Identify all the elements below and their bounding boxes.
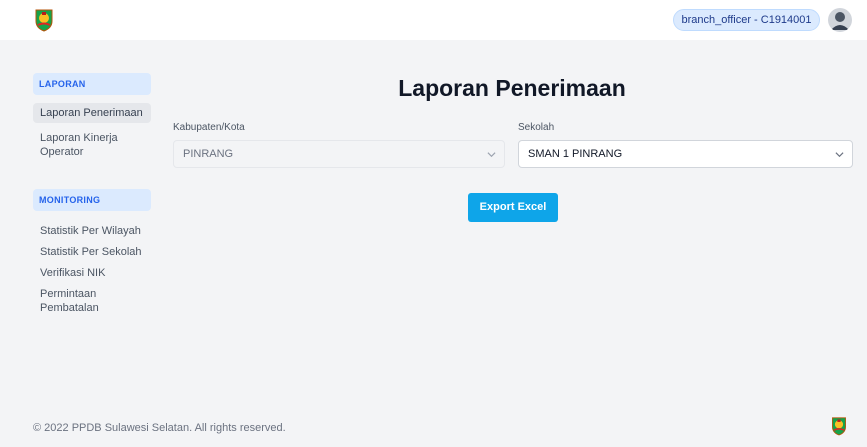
footer-copyright: © 2022 PPDB Sulawesi Selatan. All rights…: [33, 422, 286, 434]
sekolah-select[interactable]: SMAN 1 PINRANG: [518, 140, 853, 168]
top-bar: branch_officer - C1914001: [0, 0, 867, 40]
chevron-down-icon: [835, 152, 844, 158]
sulsel-emblem-icon[interactable]: [33, 8, 55, 32]
sidebar-item-statistik-per-sekolah[interactable]: Statistik Per Sekolah: [33, 245, 151, 259]
sidebar-item-statistik-per-wilayah[interactable]: Statistik Per Wilayah: [33, 224, 151, 238]
user-badge[interactable]: branch_officer - C1914001: [673, 9, 820, 31]
kabupaten-value: PINRANG: [183, 148, 234, 160]
sulsel-emblem-icon: [830, 416, 848, 436]
sidebar-item-permintaan-pembatalan[interactable]: Permintaan Pembatalan: [33, 287, 113, 315]
sidebar-item-laporan-penerimaan[interactable]: Laporan Penerimaan: [33, 103, 151, 123]
user-avatar-icon[interactable]: [828, 8, 852, 32]
export-excel-button[interactable]: Export Excel: [468, 193, 558, 222]
sidebar-item-laporan-kinerja-operator[interactable]: Laporan Kinerja Operator: [33, 131, 133, 159]
sidebar-section-laporan: LAPORAN: [33, 73, 151, 95]
kabupaten-label: Kabupaten/Kota: [173, 122, 245, 133]
sidebar: LAPORAN Laporan Penerimaan Laporan Kiner…: [33, 73, 151, 315]
sidebar-section-monitoring: MONITORING: [33, 189, 151, 211]
sekolah-label: Sekolah: [518, 122, 555, 133]
kabupaten-select[interactable]: PINRANG: [173, 140, 505, 168]
chevron-down-icon: [487, 152, 496, 158]
sidebar-item-verifikasi-nik[interactable]: Verifikasi NIK: [33, 266, 151, 280]
sekolah-value: SMAN 1 PINRANG: [528, 148, 623, 160]
page-title: Laporan Penerimaan: [398, 75, 626, 101]
